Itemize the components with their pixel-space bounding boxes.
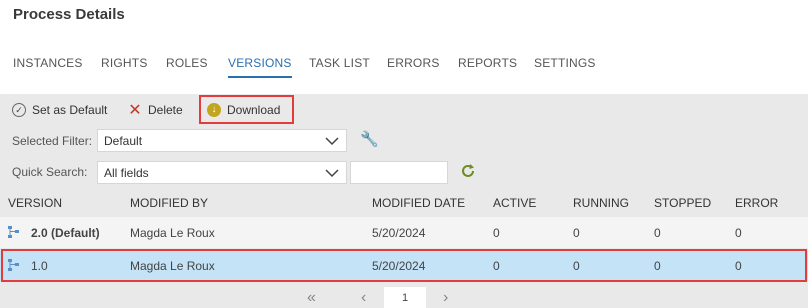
first-page-button[interactable]: « <box>307 289 316 308</box>
tab-roles[interactable]: ROLES <box>166 56 208 70</box>
chevron-down-icon <box>325 169 339 178</box>
quick-search-input[interactable] <box>350 161 448 184</box>
column-header-modified-date[interactable]: MODIFIED DATE <box>372 196 465 210</box>
chevron-down-icon <box>325 137 339 146</box>
column-header-version[interactable]: VERSION <box>8 196 62 210</box>
tab-task-list[interactable]: TASK LIST <box>309 56 370 70</box>
running-cell: 0 <box>573 226 580 240</box>
next-page-button[interactable]: › <box>443 289 448 308</box>
stopped-cell: 0 <box>654 226 661 240</box>
page-title: Process Details <box>13 6 125 23</box>
delete-button[interactable]: ✕ Delete <box>128 101 183 119</box>
delete-x-icon: ✕ <box>128 102 142 119</box>
column-header-running[interactable]: RUNNING <box>573 196 629 210</box>
tab-versions[interactable]: VERSIONS <box>228 56 292 78</box>
set-as-default-button[interactable]: ✓ Set as Default <box>12 101 107 119</box>
column-header-active[interactable]: ACTIVE <box>493 196 536 210</box>
tab-errors[interactable]: ERRORS <box>387 56 440 70</box>
version-cell: 2.0 (Default) <box>31 226 100 240</box>
table-header: VERSION MODIFIED BY MODIFIED DATE ACTIVE… <box>0 190 808 216</box>
quick-search-field-dropdown[interactable]: All fields <box>97 161 347 184</box>
tab-settings[interactable]: SETTINGS <box>534 56 596 70</box>
tab-instances[interactable]: INSTANCES <box>13 56 83 70</box>
column-header-modified-by[interactable]: MODIFIED BY <box>130 196 208 210</box>
check-circle-icon: ✓ <box>12 103 26 117</box>
error-cell: 0 <box>735 226 742 240</box>
table-row[interactable]: 2.0 (Default) Magda Le Roux 5/20/2024 0 … <box>0 217 808 248</box>
process-version-icon <box>8 226 19 238</box>
active-cell: 0 <box>493 226 500 240</box>
set-as-default-label: Set as Default <box>32 103 108 117</box>
selected-filter-value: Default <box>104 133 143 148</box>
selected-filter-label: Selected Filter: <box>12 134 93 148</box>
tab-rights[interactable]: RIGHTS <box>101 56 148 70</box>
quick-search-label: Quick Search: <box>12 165 88 179</box>
modified-by-cell: Magda Le Roux <box>130 226 215 240</box>
delete-label: Delete <box>148 103 183 117</box>
page-number: 1 <box>401 291 409 304</box>
page-number-input[interactable]: 1 <box>384 287 426 308</box>
wrench-icon[interactable]: 🔧 <box>360 130 379 148</box>
download-highlight-box <box>199 95 294 124</box>
prev-page-button[interactable]: ‹ <box>361 289 366 308</box>
selected-row-highlight-box <box>1 249 807 282</box>
refresh-icon[interactable] <box>460 163 476 179</box>
column-header-error[interactable]: ERROR <box>735 196 778 210</box>
selected-filter-dropdown[interactable]: Default <box>97 129 347 152</box>
quick-search-field-value: All fields <box>104 165 149 180</box>
column-header-stopped[interactable]: STOPPED <box>654 196 711 210</box>
tab-bar: INSTANCES RIGHTS ROLES VERSIONS TASK LIS… <box>0 56 808 78</box>
modified-date-cell: 5/20/2024 <box>372 226 426 240</box>
tab-reports[interactable]: REPORTS <box>458 56 517 70</box>
